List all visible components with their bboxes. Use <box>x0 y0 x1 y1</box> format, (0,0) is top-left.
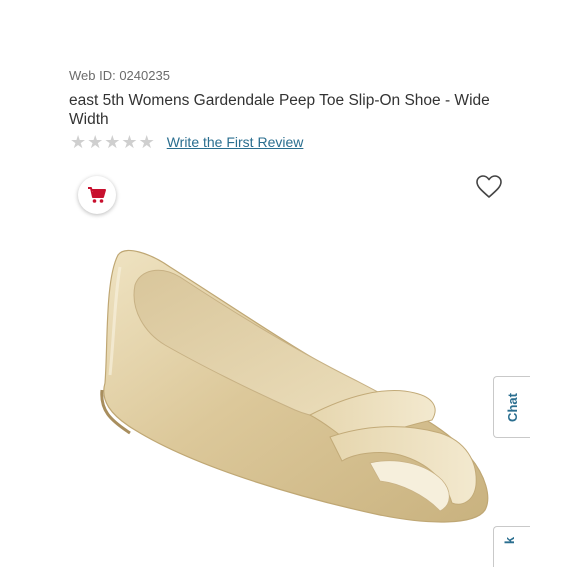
chat-tab[interactable]: Chat <box>493 376 530 438</box>
cart-icon <box>88 187 106 203</box>
feedback-tab[interactable]: k <box>493 526 530 567</box>
chat-label: Chat <box>504 392 520 422</box>
feedback-label: k <box>502 536 518 545</box>
star-icon: ★ <box>87 132 104 152</box>
product-title: east 5th Womens Gardendale Peep Toe Slip… <box>69 92 490 128</box>
write-review-link[interactable]: Write the First Review <box>167 134 304 150</box>
heart-icon[interactable] <box>475 174 503 200</box>
web-id: Web ID: 0240235 <box>69 68 170 83</box>
star-icon: ★ <box>138 132 155 152</box>
rating-row: ★ ★ ★ ★ ★ Write the First Review <box>70 133 303 151</box>
rating-stars: ★ ★ ★ ★ ★ <box>70 133 155 151</box>
star-icon: ★ <box>104 132 121 152</box>
star-icon: ★ <box>121 132 138 152</box>
star-icon: ★ <box>70 132 87 152</box>
product-image <box>100 250 489 523</box>
product-page: Web ID: 0240235 east 5th Womens Gardenda… <box>0 0 580 580</box>
add-to-cart-button[interactable] <box>78 176 116 214</box>
